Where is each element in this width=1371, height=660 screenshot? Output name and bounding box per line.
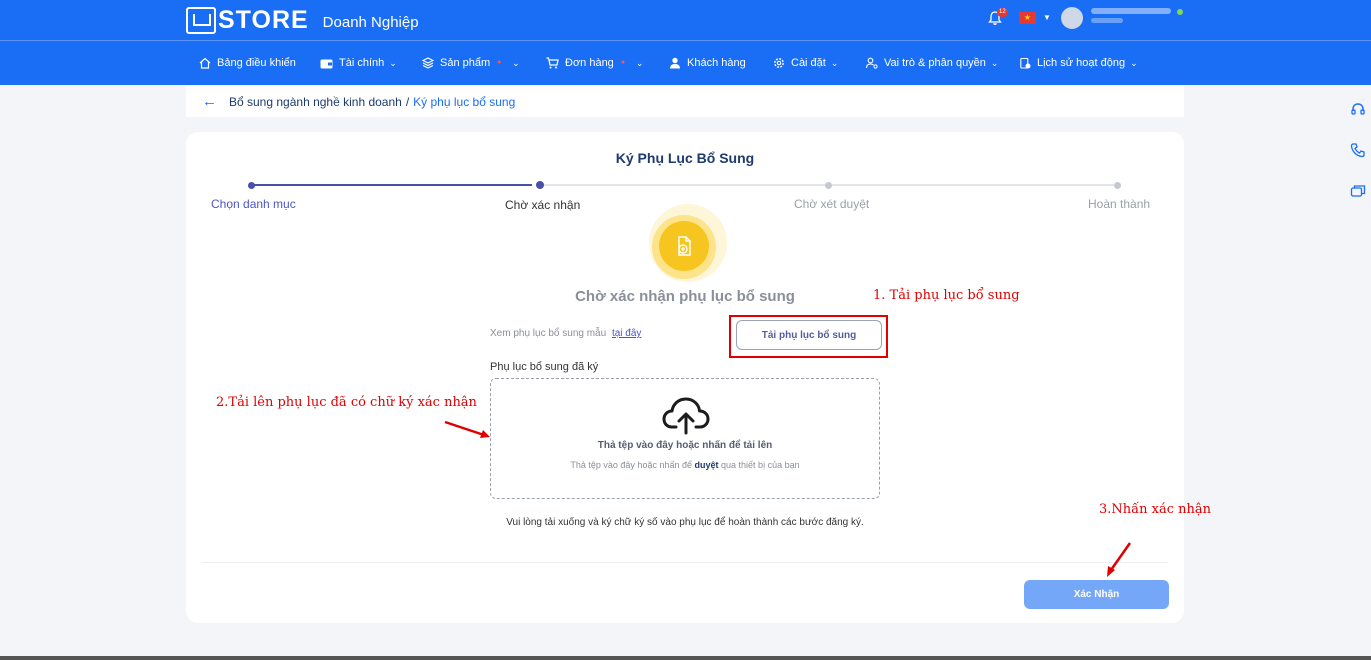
file-dropzone[interactable]: Thả tệp vào đây hoặc nhấn để tải lên Thả… — [490, 378, 880, 499]
gear-icon — [774, 58, 784, 68]
annotation-step3: 3.Nhấn xác nhận — [1099, 502, 1211, 517]
breadcrumb-current: Ký phụ lục bổ sung — [413, 94, 516, 109]
nav-item-customers[interactable]: Khách hàng — [669, 41, 746, 85]
chevron-down-icon: ⌄ — [1130, 57, 1138, 68]
vietnam-flag-icon[interactable]: ★ — [1019, 12, 1036, 24]
cloud-upload-icon — [662, 397, 710, 435]
step-dot-current — [536, 181, 544, 189]
annotation-step1: 1. Tải phụ lục bổ sung — [873, 288, 1020, 303]
breadcrumb-parent[interactable]: Bổ sung ngành nghề kinh doanh — [229, 95, 402, 109]
nav-label: Sản phẩm — [440, 57, 491, 69]
step-dot-done — [248, 182, 255, 189]
top-bar: STORE Doanh Nghiệp 12 ★ ▼ — [0, 0, 1371, 41]
dropzone-title: Thả tệp vào đây hoặc nhấn để tải lên — [597, 440, 773, 451]
store-logo[interactable]: STORE Doanh Nghiệp — [186, 5, 419, 35]
waiting-title: Chờ xác nhận phụ lục bổ sung — [575, 288, 795, 305]
nav-label: Bảng điều khiển — [217, 57, 296, 69]
nav-label: Lịch sử hoạt động — [1037, 57, 1126, 69]
sample-label: Xem phụ lục bổ sung mẫu — [490, 328, 607, 339]
breadcrumb-separator: / — [405, 94, 410, 109]
main-nav: Bảng điều khiển Tài chính ⌄ Sản phẩm ● ⌄… — [0, 41, 1371, 85]
nav-label: Đơn hàng — [565, 57, 614, 69]
headset-icon[interactable] — [1350, 102, 1366, 118]
instruction-note: Vui lòng tải xuống và ký chữ ký số vào p… — [506, 517, 864, 528]
cart-icon — [546, 57, 559, 69]
nav-item-settings[interactable]: Cài đặt ⌄ — [773, 41, 838, 85]
chevron-down-icon: ⌄ — [990, 57, 999, 68]
stepper-line — [540, 184, 827, 186]
nav-label: Khách hàng — [687, 57, 746, 69]
user-name-blurred[interactable] — [1091, 8, 1171, 14]
divider — [202, 562, 1168, 563]
stepper-line — [831, 184, 1114, 186]
caret-down-icon[interactable]: ▼ — [1043, 13, 1051, 22]
step-label-waiting-review: Chờ xét duyệt — [794, 197, 870, 211]
annotation-arrow-icon — [444, 420, 490, 438]
step-label-waiting-confirm: Chờ xác nhận — [505, 198, 581, 212]
dropzone-sub-before: Thả tệp vào đây hoặc nhấn để — [570, 460, 692, 470]
step-label-select-category: Chọn danh mục — [211, 197, 296, 211]
chevron-down-icon: ⌄ — [512, 57, 520, 68]
nav-item-roles[interactable]: Vai trò & phân quyền ⌄ — [866, 41, 998, 85]
step-dot-pending — [825, 182, 832, 189]
chat-icon[interactable] — [1350, 184, 1366, 200]
user-role-blurred — [1091, 18, 1123, 23]
brand-name: STORE — [218, 5, 309, 34]
browse-link[interactable]: duyệt — [695, 460, 719, 470]
wallet-icon — [320, 59, 333, 68]
window-bottom-border — [0, 656, 1371, 660]
nav-label: Vai trò & phân quyền — [884, 57, 986, 69]
step-label-complete: Hoàn thành — [1088, 197, 1151, 211]
annotation-highlight-box — [729, 315, 888, 358]
dropzone-subtitle: Thả tệp vào đây hoặc nhấn để duyệt qua t… — [491, 460, 879, 470]
nav-item-dashboard[interactable]: Bảng điều khiển — [199, 41, 296, 85]
online-status-dot — [1177, 9, 1183, 15]
breadcrumb: ← Bổ sung ngành nghề kinh doanh / Ký phụ… — [186, 86, 1184, 117]
nav-item-orders[interactable]: Đơn hàng ● ⌄ — [546, 41, 643, 85]
brand-subtitle: Doanh Nghiệp — [322, 13, 419, 31]
phone-call-icon[interactable] — [1350, 142, 1366, 158]
page-title: Ký Phụ Lục Bổ Sung — [615, 150, 755, 166]
dropzone-sub-after: qua thiết bị của bạn — [721, 460, 800, 470]
cart-logo-icon — [186, 6, 216, 34]
annotation-arrow-icon — [1107, 542, 1132, 577]
layers-icon — [422, 57, 434, 69]
document-pending-icon — [659, 221, 709, 271]
notification-badge: 12 — [997, 8, 1008, 17]
alert-dot-icon: ● — [620, 59, 626, 66]
sign-appendix-card: Ký Phụ Lục Bổ Sung Chọn danh mục Chờ xác… — [186, 132, 1184, 623]
signed-appendix-label: Phụ lục bổ sung đã ký — [490, 361, 599, 373]
alert-dot-icon: ● — [497, 59, 502, 66]
history-icon — [1020, 57, 1031, 69]
home-icon — [199, 57, 211, 69]
annotation-step2: 2.Tải lên phụ lục đã có chữ ký xác nhận — [216, 395, 477, 410]
role-icon — [866, 57, 878, 69]
chevron-down-icon: ⌄ — [389, 57, 397, 68]
stepper-progress-line — [252, 184, 532, 186]
confirm-button[interactable]: Xác Nhận — [1024, 580, 1169, 609]
nav-item-products[interactable]: Sản phẩm ● ⌄ — [422, 41, 520, 85]
user-icon — [670, 57, 680, 69]
nav-label: Cài đặt — [791, 57, 826, 69]
chevron-down-icon: ⌄ — [830, 57, 839, 68]
nav-label: Tài chính — [339, 57, 385, 69]
step-dot-pending — [1114, 182, 1121, 189]
back-arrow-icon[interactable]: ← — [202, 93, 217, 110]
sample-appendix-link[interactable]: tại đây — [612, 328, 641, 339]
avatar[interactable] — [1061, 7, 1083, 29]
nav-item-finance[interactable]: Tài chính ⌄ — [320, 41, 397, 85]
chevron-down-icon: ⌄ — [635, 57, 644, 68]
sample-appendix-text: Xem phụ lục bổ sung mẫu tại đây — [490, 328, 641, 339]
nav-item-history[interactable]: Lịch sử hoạt động ⌄ — [1020, 41, 1138, 85]
